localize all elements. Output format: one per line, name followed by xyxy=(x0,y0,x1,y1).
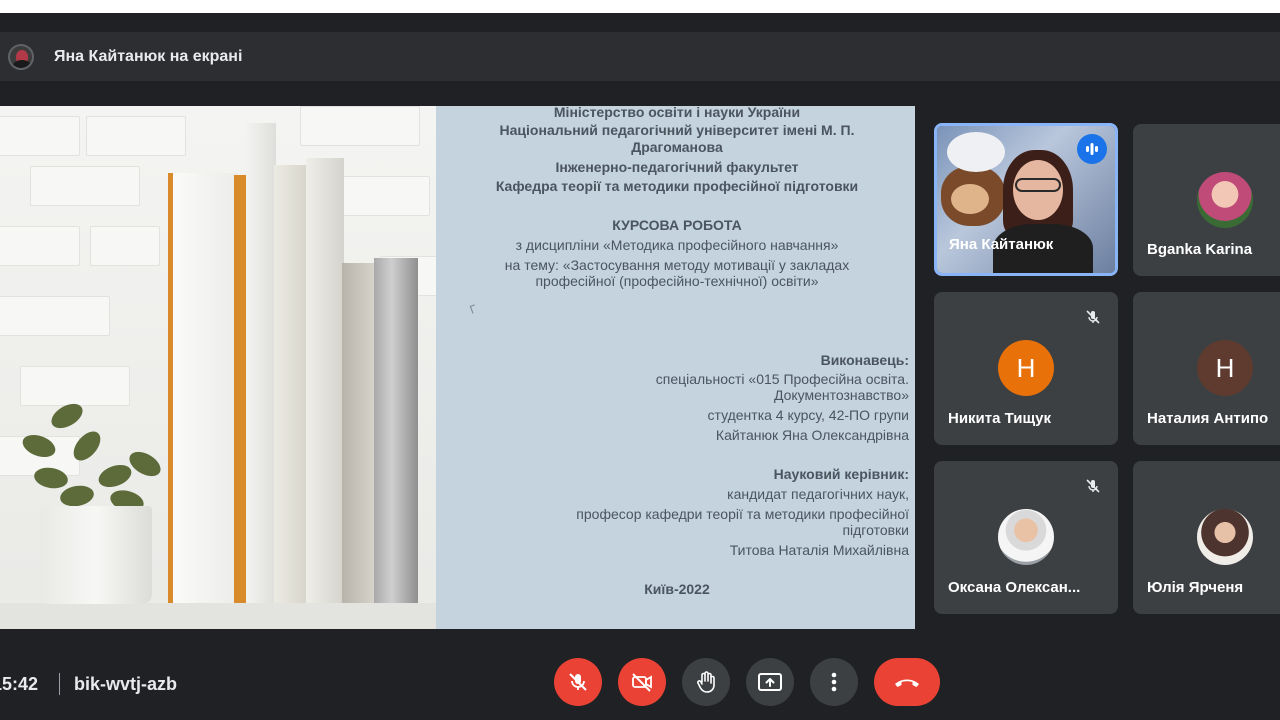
book xyxy=(306,158,344,603)
book xyxy=(274,165,306,603)
slide-text-line: Кафедра теорії та методики професійної п… xyxy=(495,178,859,194)
shelf xyxy=(0,603,436,629)
participant-photo-avatar xyxy=(1197,172,1253,228)
book xyxy=(342,263,376,603)
more-vertical-icon xyxy=(831,672,837,692)
presenter-bar: Яна Кайтанюк на екрані xyxy=(0,32,1280,81)
participant-photo-avatar xyxy=(998,509,1054,565)
raise-hand-button[interactable] xyxy=(682,658,730,706)
mic-muted-icon xyxy=(1078,471,1108,501)
slide-photo-books xyxy=(0,106,436,629)
slide-text-line: студентка 4 курсу, 42-ПО групи xyxy=(707,407,910,423)
participant-tile-nikita[interactable]: Н Никита Тищук xyxy=(934,292,1118,445)
slide-text-line: професор кафедри теорії та методики проф… xyxy=(576,506,909,522)
plant-leaf xyxy=(125,446,165,482)
video-background-character xyxy=(947,132,1005,172)
slide-text-line: професійної (професійно-технічної) освіт… xyxy=(535,273,819,289)
more-options-button[interactable] xyxy=(810,658,858,706)
meeting-control-bar: 15:42 bik-wvtj-azb xyxy=(0,640,1280,720)
slide-text-line: на тему: «Застосування методу мотивації … xyxy=(504,257,850,273)
browser-top-strip xyxy=(0,0,1280,13)
plant-leaf xyxy=(95,460,135,492)
participant-tile-yana[interactable]: Яна Кайтанюк xyxy=(934,123,1118,276)
hang-up-icon xyxy=(895,679,919,687)
slide-text-line: КУРСОВА РОБОТА xyxy=(612,217,742,233)
slide-text-line: кандидат педагогічних наук, xyxy=(727,486,909,502)
person-glasses xyxy=(1015,178,1061,192)
slide-text-line: Національний педагогічний університет ім… xyxy=(499,122,855,138)
participant-initial-avatar: Н xyxy=(1197,340,1253,396)
speaking-indicator-icon xyxy=(1077,134,1107,164)
participant-name: Юлія Ярченя xyxy=(1147,579,1244,596)
participant-tile-yulia[interactable]: Юлія Ярченя xyxy=(1133,461,1280,614)
hand-icon xyxy=(697,671,715,693)
slide-text-line: Виконавець: xyxy=(820,352,909,368)
participant-name: Bganka Karina xyxy=(1147,241,1253,258)
present-screen-icon xyxy=(758,673,782,691)
mic-muted-icon xyxy=(1078,302,1108,332)
participant-name: Яна Кайтанюк xyxy=(949,236,1054,253)
participant-photo-avatar xyxy=(1197,509,1253,565)
mic-off-icon xyxy=(569,673,587,691)
book xyxy=(168,173,238,603)
participant-name: Наталия Антипо xyxy=(1147,410,1269,427)
slide-text-line: спеціальності «015 Професійна освіта. xyxy=(655,371,909,387)
camera-toggle-button[interactable] xyxy=(618,658,666,706)
slide-text-line: з дисципліни «Методика професійного навч… xyxy=(515,237,839,253)
participant-initial-avatar: Н xyxy=(998,340,1054,396)
slide-text-line: Міністерство освіти і науки України xyxy=(553,106,801,120)
participant-tile-oksana[interactable]: Оксана Олексан... xyxy=(934,461,1118,614)
slide-text-line: Кайтанюк Яна Олександрівна xyxy=(715,427,909,443)
slide-text-line: Драгоманова xyxy=(631,139,723,155)
slide-text-line: Документознавство» xyxy=(773,387,909,403)
meeting-time: 15:42 xyxy=(0,674,39,694)
mic-toggle-button[interactable] xyxy=(554,658,602,706)
leave-call-button[interactable] xyxy=(874,658,940,706)
slide-text-line: підготовки xyxy=(842,522,909,538)
present-screen-button[interactable] xyxy=(746,658,794,706)
book xyxy=(246,123,276,603)
plant-leaf xyxy=(58,483,96,509)
shared-screen-slide: Міністерство освіти і науки України Націо… xyxy=(0,106,915,629)
presenter-label: Яна Кайтанюк на екрані xyxy=(54,47,243,65)
divider xyxy=(59,673,60,695)
video-background-character xyxy=(951,184,989,214)
slide-text-line: Науковий керівник: xyxy=(773,466,909,482)
participant-name: Оксана Олексан... xyxy=(948,579,1081,596)
presenter-avatar xyxy=(8,43,34,70)
meeting-code[interactable]: bik-wvtj-azb xyxy=(74,674,177,695)
camera-off-icon xyxy=(632,673,652,692)
slide-text-line: Київ-2022 xyxy=(644,581,710,597)
slide-text-line: Титова Наталія Михайлівна xyxy=(729,542,909,558)
participant-tile-natalia[interactable]: Н Наталия Антипо xyxy=(1133,292,1280,445)
participant-tile-bganka[interactable]: Bganka Karina xyxy=(1133,124,1280,276)
participant-name: Никита Тищук xyxy=(948,410,1051,427)
plant-pot xyxy=(40,506,152,604)
slide-text-line: Інженерно-педагогічний факультет xyxy=(555,159,799,175)
book xyxy=(374,258,418,603)
slide-text-area: Міністерство освіти і науки України Націо… xyxy=(436,106,915,629)
